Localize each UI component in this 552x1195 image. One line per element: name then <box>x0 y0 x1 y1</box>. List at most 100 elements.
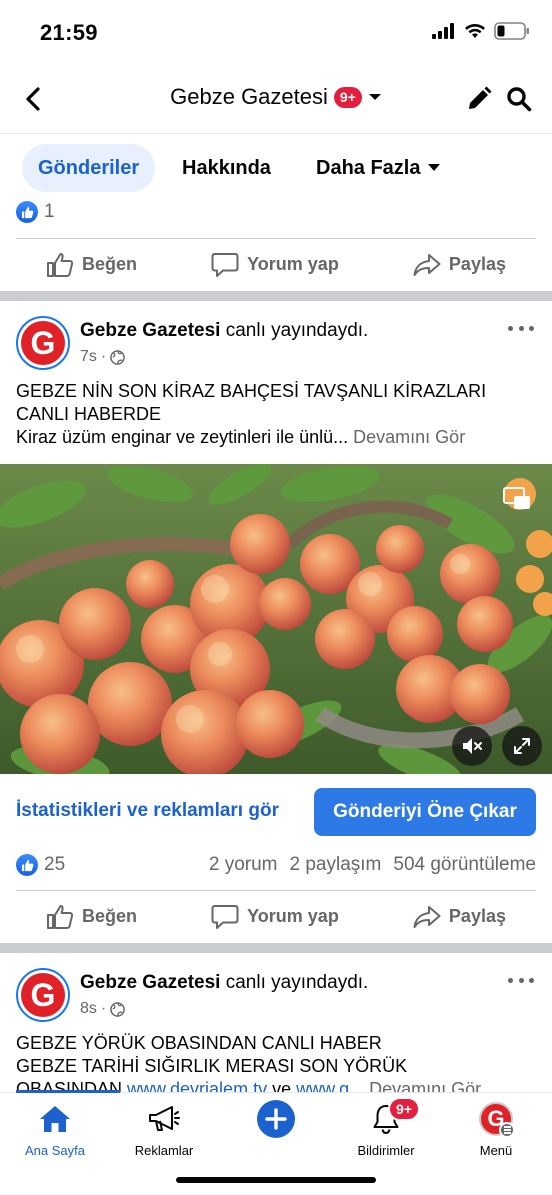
like-count: 1 <box>44 201 55 222</box>
home-indicator <box>176 1177 376 1183</box>
post-header: G Gebze Gazetesi canlı yayındaydı. 7s · <box>0 316 552 380</box>
post-author[interactable]: Gebze Gazetesi <box>80 972 220 993</box>
comment-icon <box>211 252 239 277</box>
tab-posts[interactable]: Gönderiler <box>22 144 156 192</box>
like-button[interactable]: Beğen <box>46 252 137 278</box>
brand-logo-icon: G <box>21 321 65 365</box>
dot <box>518 325 524 331</box>
post-divider <box>0 291 552 301</box>
post-stats: 25 2 yorum 2 paylaşım 504 görüntüleme <box>16 850 536 880</box>
active-tab-indicator <box>16 1090 120 1093</box>
like-reaction-icon <box>16 201 38 223</box>
website-link[interactable]: www.g... <box>296 1079 364 1092</box>
nav-ads-label: Reklamlar <box>134 1143 194 1158</box>
post-author-line: Gebze Gazetesi canlı yayındaydı. <box>80 972 368 994</box>
status-bar: 21:59 <box>0 0 552 64</box>
nav-menu-label: Menü <box>479 1143 513 1158</box>
post-line: CANLI HABERDE <box>16 404 162 424</box>
page-avatar[interactable]: G <box>16 968 70 1022</box>
comment-button[interactable]: Yorum yap <box>211 252 339 278</box>
edit-button[interactable] <box>464 84 494 114</box>
like-label: Beğen <box>82 254 138 274</box>
caret-down-icon <box>428 164 441 171</box>
post-time[interactable]: 7s <box>80 348 97 366</box>
post-line: Kiraz üzüm enginar ve zeytinleri ile ünl… <box>16 426 540 449</box>
post-time[interactable]: 8s <box>80 1000 97 1018</box>
website-link[interactable]: www.devrialem.tv <box>127 1079 267 1092</box>
post-status: canlı yayındaydı. <box>220 320 369 341</box>
share-button[interactable]: Paylaş <box>413 253 506 277</box>
see-more-link[interactable]: Devamını Gör <box>364 1079 481 1092</box>
page-title: Gebze Gazetesi <box>170 84 328 109</box>
share-label: Paylaş <box>448 906 506 926</box>
engagement-counts: 2 yorum 2 paylaşım 504 görüntüleme <box>209 854 536 876</box>
status-time: 21:59 <box>40 20 98 45</box>
bell-icon: 9+ <box>366 1097 420 1137</box>
nav-notifications[interactable]: 9+ Bildirimler <box>336 1097 436 1158</box>
post-author[interactable]: Gebze Gazetesi <box>80 320 220 341</box>
tab-more[interactable]: Daha Fazla <box>300 144 456 192</box>
brand-logo-icon: G <box>21 973 65 1017</box>
cellular-signal-icon <box>432 23 454 39</box>
post-header: G Gebze Gazetesi canlı yayındaydı. 8s · <box>0 968 552 1032</box>
comment-icon <box>211 904 239 929</box>
boost-post-button[interactable]: Gönderiyi Öne Çıkar <box>314 788 536 836</box>
post-options-button[interactable] <box>508 970 534 990</box>
dot <box>508 977 513 983</box>
post-line: GEBZE TARİHİ SIĞIRLIK MERASI SON YÖRÜK <box>16 1056 408 1076</box>
insights-link[interactable]: İstatistikleri ve reklamları gör <box>16 800 279 822</box>
like-button[interactable]: Beğen <box>46 904 137 930</box>
battery-icon <box>494 22 529 40</box>
nav-ads[interactable]: Reklamlar <box>114 1101 214 1158</box>
globe-icon <box>110 1001 126 1017</box>
share-label: Paylaş <box>448 254 506 274</box>
post-divider <box>0 943 552 953</box>
thumbs-up-icon <box>47 252 74 277</box>
post-line-text: Kiraz üzüm enginar ve zeytinleri ile ünl… <box>16 427 349 447</box>
comment-button[interactable]: Yorum yap <box>211 904 339 930</box>
share-icon <box>413 253 441 276</box>
share-icon <box>413 905 441 928</box>
menu-hamburger-icon <box>499 1122 515 1138</box>
search-button[interactable] <box>504 84 534 114</box>
meta-separator: · <box>100 1000 107 1017</box>
like-reaction-icon <box>16 854 38 876</box>
share-button[interactable]: Paylaş <box>413 905 506 929</box>
notification-count-badge: 9+ <box>388 1097 420 1121</box>
post-options-button[interactable] <box>508 318 534 338</box>
nav-create[interactable] <box>226 1100 326 1138</box>
live-video-player[interactable] <box>0 464 552 774</box>
nav-home[interactable]: Ana Sayfa <box>5 1101 105 1158</box>
like-count[interactable]: 25 <box>44 854 65 876</box>
post-status: canlı yayındaydı. <box>220 972 369 993</box>
bottom-tab-bar: Ana Sayfa Reklamlar 9+ Bildirimler G Men… <box>0 1090 552 1195</box>
post-line: GEBZE NİN SON KİRAZ BAHÇESİ TAVŞANLI KİR… <box>16 381 487 401</box>
post-author-line: Gebze Gazetesi canlı yayındaydı. <box>80 320 368 342</box>
post-body: GEBZE YÖRÜK OBASINDAN CANLI HABER GEBZE … <box>16 1032 540 1092</box>
caret-down-icon <box>368 94 381 100</box>
see-more-link[interactable]: Devamını Gör <box>348 427 465 447</box>
dot <box>529 977 534 983</box>
post-body: GEBZE NİN SON KİRAZ BAHÇESİ TAVŞANLI KİR… <box>16 380 540 449</box>
picture-in-picture-button[interactable] <box>502 484 532 514</box>
post-meta: 7s · <box>80 348 126 366</box>
comment-label: Yorum yap <box>247 906 339 926</box>
nav-menu[interactable]: G Menü <box>446 1101 546 1158</box>
comment-label: Yorum yap <box>247 254 339 274</box>
speaker-muted-icon <box>463 738 482 754</box>
fullscreen-button[interactable] <box>502 726 542 766</box>
dot <box>508 325 513 331</box>
mute-button[interactable] <box>452 726 492 766</box>
nav-notifications-label: Bildirimler <box>357 1143 415 1158</box>
dot <box>518 977 524 983</box>
view-count: 504 görüntüleme <box>393 854 536 875</box>
page-header: Gebze Gazetesi 9+ <box>0 64 552 134</box>
tab-about[interactable]: Hakkında <box>166 144 287 192</box>
share-count[interactable]: 2 paylaşım <box>290 854 382 876</box>
post-line-text: ve <box>267 1079 297 1092</box>
plus-icon <box>256 1100 296 1138</box>
comment-count[interactable]: 2 yorum <box>209 854 278 876</box>
prev-post-reactions[interactable]: 1 <box>16 196 552 228</box>
prev-post-actions: Beğen Yorum yap Paylaş <box>16 238 536 290</box>
page-avatar[interactable]: G <box>16 316 70 370</box>
